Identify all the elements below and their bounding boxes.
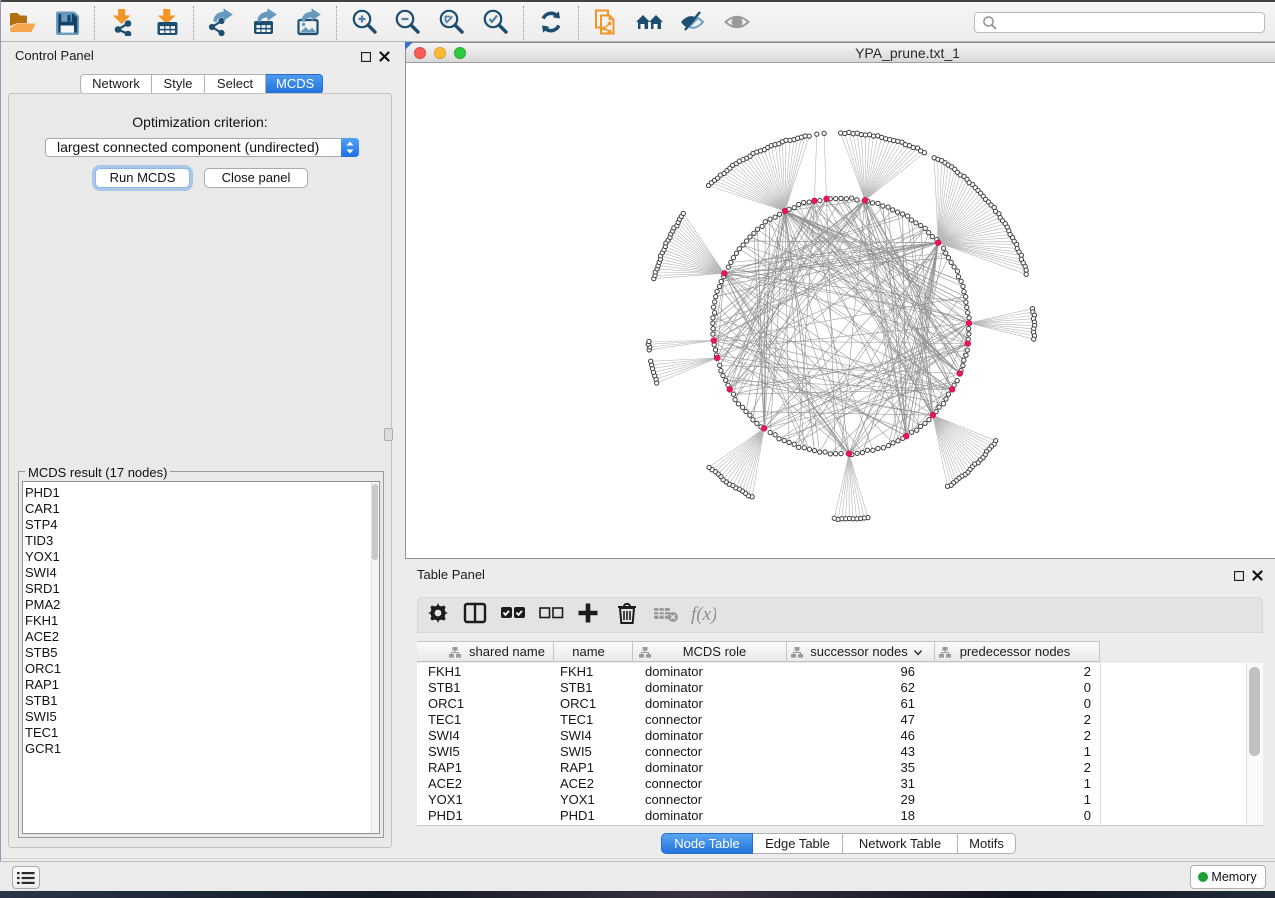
svg-text:f(x): f(x) [691, 604, 716, 625]
